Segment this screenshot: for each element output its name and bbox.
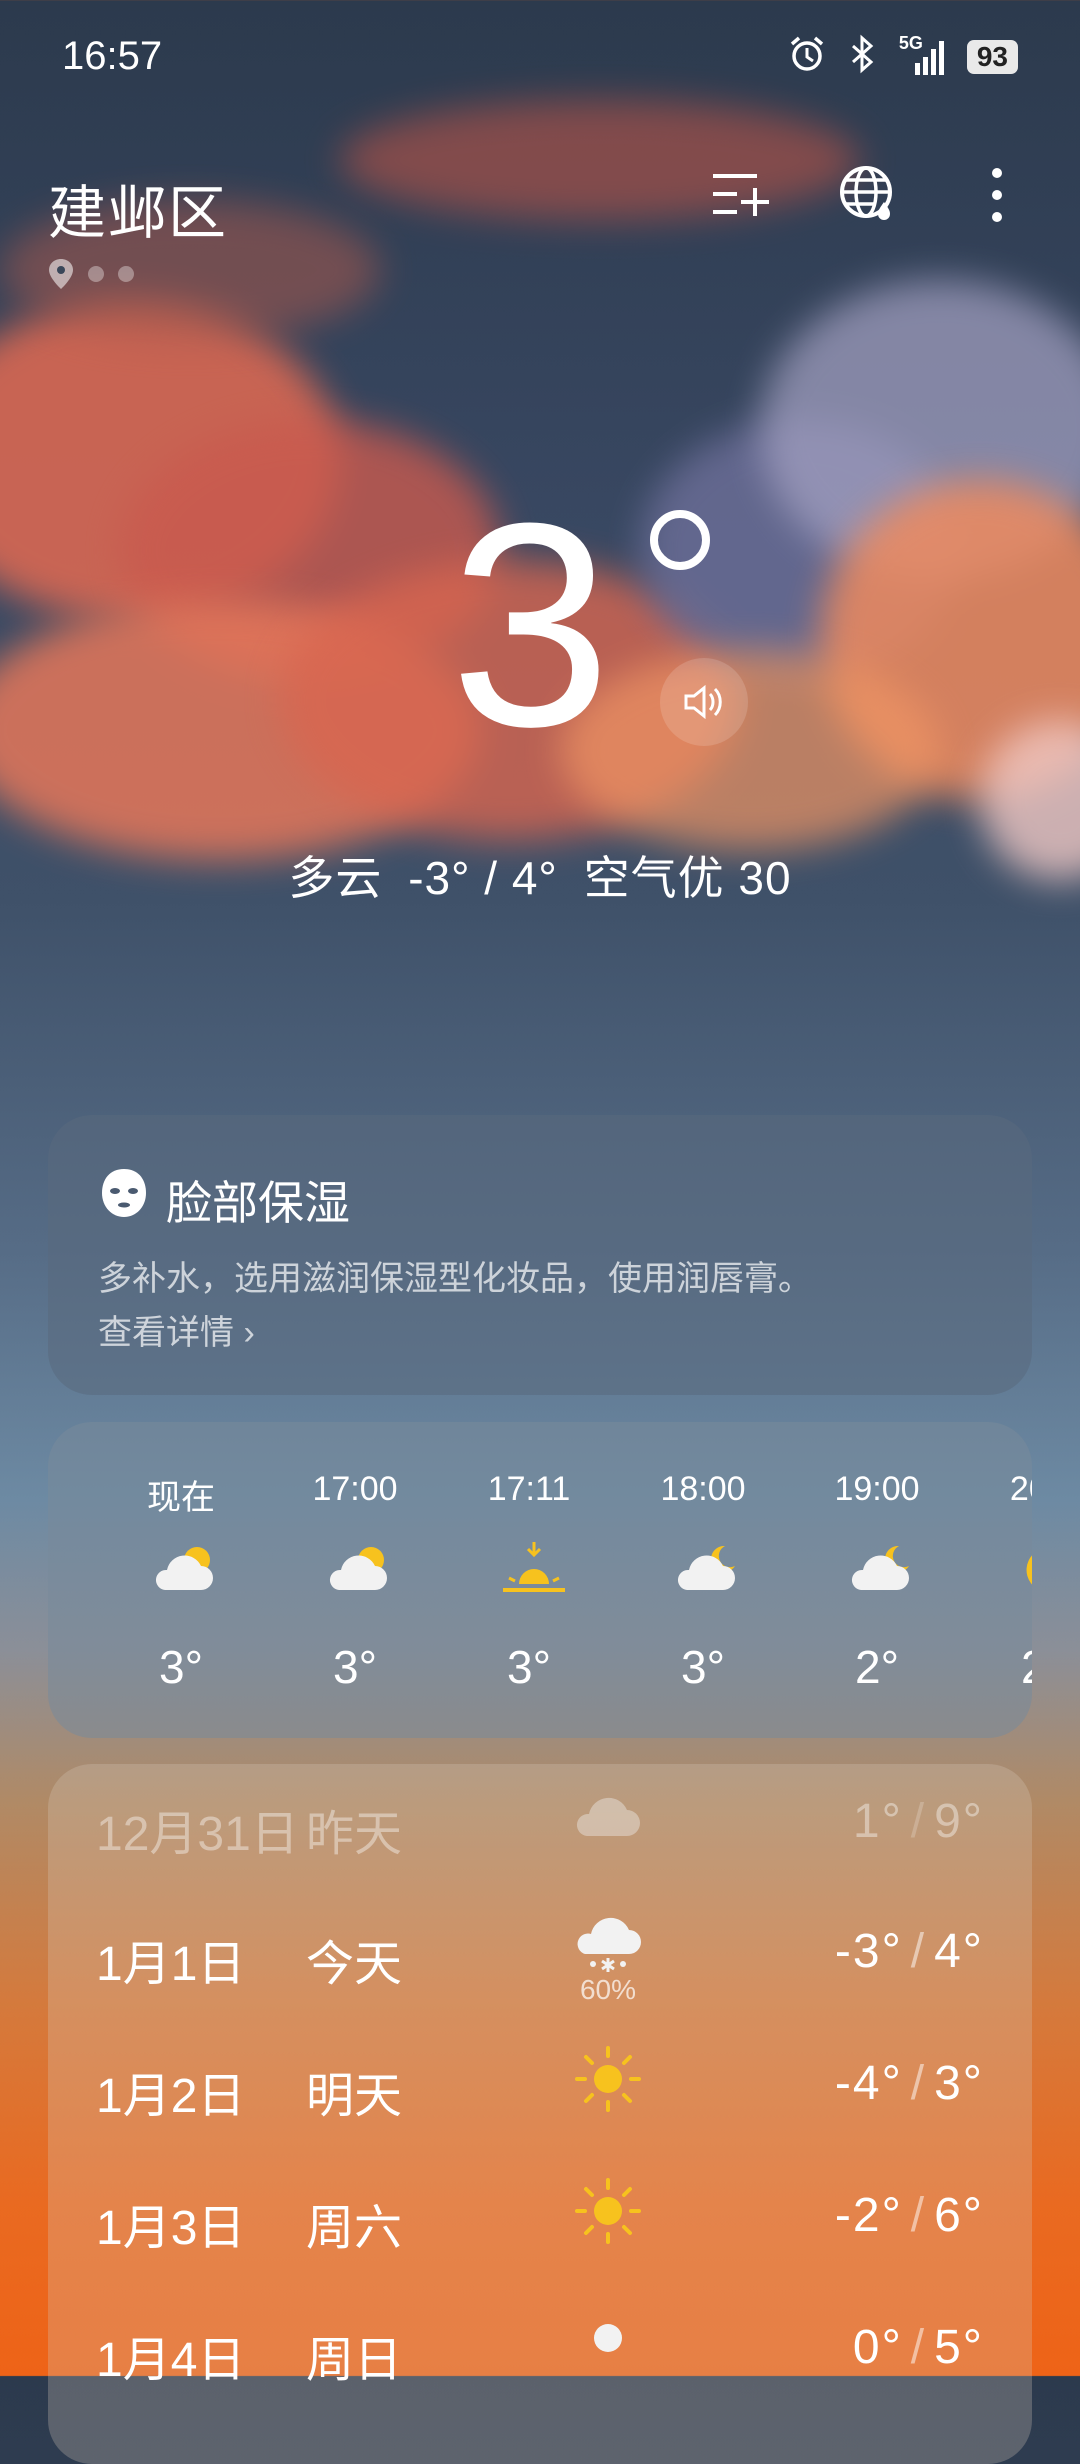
page-dot	[118, 266, 134, 282]
day-temp-range: 1°/9°	[852, 1795, 984, 1848]
city-list-add-icon[interactable]	[706, 160, 776, 230]
moon-icon	[1013, 1540, 1032, 1600]
partly-cloudy-night-icon	[847, 1540, 909, 1600]
current-temperature: 3	[450, 463, 612, 787]
day-date: 1月3日	[96, 2202, 246, 2255]
status-bar: 16:57 5G 93	[0, 0, 1080, 110]
battery-indicator: 93	[966, 39, 1018, 74]
day-name: 周六	[306, 2202, 403, 2255]
hour-time: 18:00	[660, 1470, 746, 1508]
day-name: 周日	[306, 2334, 403, 2387]
tip-title: 脸部保湿	[166, 1177, 350, 1229]
alarm-icon	[787, 34, 827, 79]
precipitation-chance: 60%	[579, 1974, 637, 2005]
hour-time: 19:00	[834, 1470, 920, 1508]
tip-text: 多补水，选用滋润保湿型化妆品，使用润唇膏。	[98, 1260, 812, 1298]
temp-range: -3° / 4°	[408, 852, 558, 904]
day-row[interactable]: 1月3日 周六 -2°/6°	[48, 2158, 1032, 2278]
daily-forecast[interactable]: 12月31日 昨天 1°/9° 1月1日 今天 60% -3°/4° 1月2日 …	[48, 1764, 1032, 2464]
partly-cloudy-night-icon	[673, 1540, 735, 1600]
hour-time: 17:11	[487, 1470, 571, 1508]
bluetooth-icon	[845, 34, 881, 79]
day-name: 明天	[306, 2070, 403, 2123]
hour-time: 17:00	[312, 1470, 398, 1508]
day-date: 1月1日	[96, 1938, 246, 1991]
global-weather-icon[interactable]	[834, 160, 904, 230]
day-date: 12月31日	[96, 1808, 299, 1861]
snow-icon	[573, 1912, 643, 1982]
hourly-forecast[interactable]: 现在 3° 17:00 3° 17:11 3° 18:00 3° 19:00 2…	[48, 1422, 1032, 1738]
hour-time: 现在	[147, 1479, 215, 1517]
day-row[interactable]: 1月4日 周日 0°/5°	[48, 2290, 1032, 2410]
partly-cloudy-day-icon	[573, 2308, 643, 2378]
speaker-icon	[684, 684, 722, 720]
condition-text: 多云	[288, 852, 383, 904]
page-dot	[88, 266, 104, 282]
day-temp-range: -4°/3°	[834, 2057, 984, 2110]
city-page-indicator	[48, 258, 134, 290]
day-date: 1月4日	[96, 2334, 246, 2387]
status-time: 16:57	[62, 34, 163, 78]
hour-time: 20:0	[1009, 1470, 1032, 1508]
sunny-icon	[573, 2044, 643, 2114]
day-temp-range: -3°/4°	[834, 1925, 984, 1978]
life-tip-card[interactable]: 脸部保湿 多补水，选用滋润保湿型化妆品，使用润唇膏。 查看详情 ›	[48, 1115, 1032, 1395]
more-options-icon[interactable]	[962, 160, 1032, 230]
speaker-button[interactable]	[660, 658, 748, 746]
partly-cloudy-day-icon	[151, 1540, 213, 1600]
sunset-icon	[499, 1540, 565, 1600]
hour-temp: 3°	[681, 1641, 725, 1693]
face-mask-icon	[100, 1167, 148, 1224]
hour-temp: 3°	[333, 1641, 377, 1693]
day-temp-range: 0°/5°	[852, 2321, 984, 2374]
hour-temp: 3°	[159, 1641, 203, 1693]
cloudy-icon	[573, 1782, 643, 1852]
view-details-link[interactable]: 查看详情 ›	[98, 1305, 255, 1354]
air-quality[interactable]: 空气优 30	[584, 852, 792, 904]
partly-cloudy-day-icon	[325, 1540, 387, 1600]
day-row[interactable]: 12月31日 昨天 1°/9°	[48, 1764, 1032, 1884]
city-name[interactable]: 建邺区	[48, 166, 228, 250]
hour-temp: 2°	[855, 1641, 899, 1693]
signal-icon: 5G	[899, 33, 949, 77]
day-name: 昨天	[306, 1808, 403, 1861]
location-pin-icon	[49, 259, 73, 289]
day-date: 1月2日	[96, 2070, 246, 2123]
hour-temp: 3°	[507, 1641, 551, 1693]
day-row[interactable]: 1月2日 明天 -4°/3°	[48, 2026, 1032, 2146]
sunny-icon	[573, 2176, 643, 2246]
hour-temp: 2°	[968, 1640, 1032, 1694]
weather-summary: 多云 -3° / 4° 空气优 30	[0, 842, 1080, 908]
day-temp-range: -2°/6°	[834, 2189, 984, 2242]
top-bar: 建邺区	[48, 160, 1032, 246]
day-row[interactable]: 1月1日 今天 60% -3°/4°	[48, 1894, 1032, 2014]
day-name: 今天	[306, 1938, 403, 1991]
degree-symbol	[650, 510, 710, 570]
